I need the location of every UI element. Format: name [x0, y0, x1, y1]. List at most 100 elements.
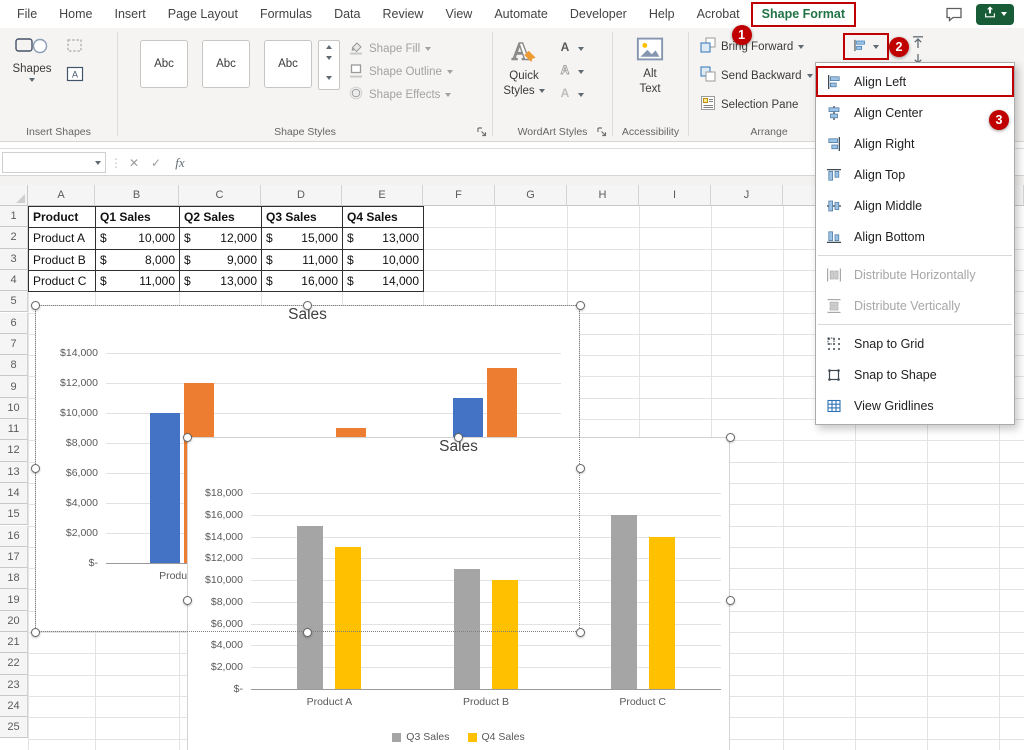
cell-E1[interactable]: Q4 Sales — [343, 207, 424, 229]
dialog-launcher-icon[interactable] — [474, 124, 488, 138]
column-header-A[interactable]: A — [28, 185, 95, 206]
row-header-3[interactable]: 3 — [0, 248, 28, 270]
selection-handle-chart-2[interactable] — [725, 596, 735, 605]
formula-bar-splitter[interactable]: ⋮ — [110, 152, 122, 173]
cell-D2[interactable]: $15,000 — [262, 228, 343, 250]
menu-item-align-bottom[interactable]: Align Bottom — [816, 221, 1014, 252]
cell-A3[interactable]: Product B — [29, 249, 96, 271]
row-header-22[interactable]: 22 — [0, 653, 28, 675]
row-header-10[interactable]: 10 — [0, 397, 28, 419]
selection-handle-chart-1[interactable] — [30, 300, 40, 310]
cell-D3[interactable]: $11,000 — [262, 249, 343, 271]
row-header-15[interactable]: 15 — [0, 504, 28, 526]
cell-A2[interactable]: Product A — [29, 228, 96, 250]
shape-style-preset[interactable]: Abc — [202, 40, 250, 88]
marquee-select-icon[interactable] — [66, 38, 84, 59]
bar-product-c-q4-sales[interactable] — [648, 536, 675, 689]
row-header-7[interactable]: 7 — [0, 333, 28, 356]
row-header-25[interactable]: 25 — [0, 717, 28, 739]
text-box-icon[interactable]: A — [66, 66, 84, 87]
ribbon-tab-developer[interactable]: Developer — [559, 2, 638, 27]
menu-item-snap-to-grid[interactable]: Snap to Grid — [816, 328, 1014, 359]
ribbon-tab-file[interactable]: File — [6, 2, 48, 27]
cell-B4[interactable]: $11,000 — [96, 270, 180, 293]
cell-C1[interactable]: Q2 Sales — [180, 207, 262, 229]
shapes-button[interactable]: Shapes — [6, 35, 58, 82]
selection-handle-chart-1[interactable] — [575, 300, 585, 310]
bar-product-a-q4-sales[interactable] — [335, 547, 362, 689]
bar-product-c-q3-sales[interactable] — [610, 514, 637, 689]
row-header-18[interactable]: 18 — [0, 568, 28, 590]
menu-item-view-gridlines[interactable]: View Gridlines — [816, 390, 1014, 421]
menu-item-align-middle[interactable]: Align Middle — [816, 190, 1014, 221]
cell-C2[interactable]: $12,000 — [180, 228, 262, 250]
row-header-5[interactable]: 5 — [0, 291, 28, 313]
cell-A1[interactable]: Product — [29, 207, 96, 229]
cell-D1[interactable]: Q3 Sales — [262, 207, 343, 229]
text-effects-button[interactable]: A — [557, 84, 584, 105]
ribbon-tab-acrobat[interactable]: Acrobat — [686, 2, 751, 27]
insert-function-button[interactable]: fx — [168, 152, 192, 173]
row-header-16[interactable]: 16 — [0, 525, 28, 547]
row-header-24[interactable]: 24 — [0, 695, 28, 718]
row-header-8[interactable]: 8 — [0, 355, 28, 377]
selection-handle-chart-1[interactable] — [303, 627, 312, 637]
column-header-G[interactable]: G — [495, 185, 567, 206]
ribbon-tab-home[interactable]: Home — [48, 2, 103, 27]
shape-style-preset[interactable]: Abc — [140, 40, 188, 88]
menu-item-align-right[interactable]: Align Right — [816, 128, 1014, 159]
selection-pane-button[interactable]: Selection Pane — [700, 94, 798, 115]
dialog-launcher-icon[interactable] — [594, 124, 608, 138]
selection-handle-chart-1[interactable] — [303, 300, 312, 310]
bar-product-a-q3-sales[interactable] — [297, 525, 324, 689]
row-header-2[interactable]: 2 — [0, 227, 28, 249]
row-header-14[interactable]: 14 — [0, 482, 28, 505]
cell-E3[interactable]: $10,000 — [343, 249, 424, 271]
selection-handle-chart-2[interactable] — [725, 432, 735, 442]
menu-item-align-left[interactable]: Align Left — [816, 66, 1014, 97]
cell-D4[interactable]: $16,000 — [262, 270, 343, 293]
menu-item-align-top[interactable]: Align Top — [816, 159, 1014, 190]
shape-style-preset[interactable]: Abc — [264, 40, 312, 88]
text-outline-button[interactable]: A — [557, 61, 584, 82]
menu-item-align-center[interactable]: Align Center — [816, 97, 1014, 128]
selection-handle-chart-2[interactable] — [182, 596, 192, 605]
row-header-23[interactable]: 23 — [0, 674, 28, 696]
column-header-I[interactable]: I — [639, 185, 711, 206]
row-header-21[interactable]: 21 — [0, 632, 28, 654]
gallery-more-icon[interactable] — [326, 67, 332, 85]
ribbon-tab-automate[interactable]: Automate — [483, 2, 559, 27]
row-header-6[interactable]: 6 — [0, 312, 28, 334]
comments-button[interactable] — [942, 4, 966, 24]
selection-handle-chart-1[interactable] — [575, 627, 585, 637]
ribbon-tab-insert[interactable]: Insert — [104, 2, 157, 27]
selection-handle-chart-2[interactable] — [182, 432, 192, 442]
menu-item-snap-to-shape[interactable]: Snap to Shape — [816, 359, 1014, 390]
bar-product-a-q1-sales[interactable] — [149, 413, 180, 563]
gallery-up-icon[interactable] — [326, 44, 332, 49]
quick-styles-button[interactable]: A Quick Styles — [501, 36, 547, 97]
align-objects-button[interactable] — [843, 33, 889, 60]
ribbon-tab-data[interactable]: Data — [323, 2, 371, 27]
cell-C4[interactable]: $13,000 — [180, 270, 262, 293]
ribbon-tab-view[interactable]: View — [434, 2, 483, 27]
selection-handle-chart-1[interactable] — [30, 627, 40, 637]
ribbon-tab-shape-format[interactable]: Shape Format 1 — [731, 1, 857, 45]
ribbon-tab-page-layout[interactable]: Page Layout — [157, 2, 249, 27]
row-header-11[interactable]: 11 — [0, 419, 28, 441]
send-backward-button[interactable]: Send Backward — [700, 65, 813, 86]
row-header-13[interactable]: 13 — [0, 461, 28, 483]
name-box[interactable] — [2, 152, 106, 173]
row-header-4[interactable]: 4 — [0, 269, 28, 292]
bar-product-b-q4-sales[interactable] — [492, 580, 518, 689]
column-header-E[interactable]: E — [342, 185, 423, 206]
cell-A4[interactable]: Product C — [29, 270, 96, 293]
legend-item[interactable]: Q4 Sales — [467, 731, 525, 743]
selection-handle-chart-2[interactable] — [454, 432, 463, 442]
ribbon-tab-formulas[interactable]: Formulas — [249, 2, 323, 27]
ribbon-tab-help[interactable]: Help — [638, 2, 686, 27]
cell-E4[interactable]: $14,000 — [343, 270, 424, 293]
column-header-J[interactable]: J — [711, 185, 783, 206]
selection-handle-chart-1[interactable] — [30, 464, 40, 473]
text-fill-button[interactable]: A — [557, 38, 584, 59]
